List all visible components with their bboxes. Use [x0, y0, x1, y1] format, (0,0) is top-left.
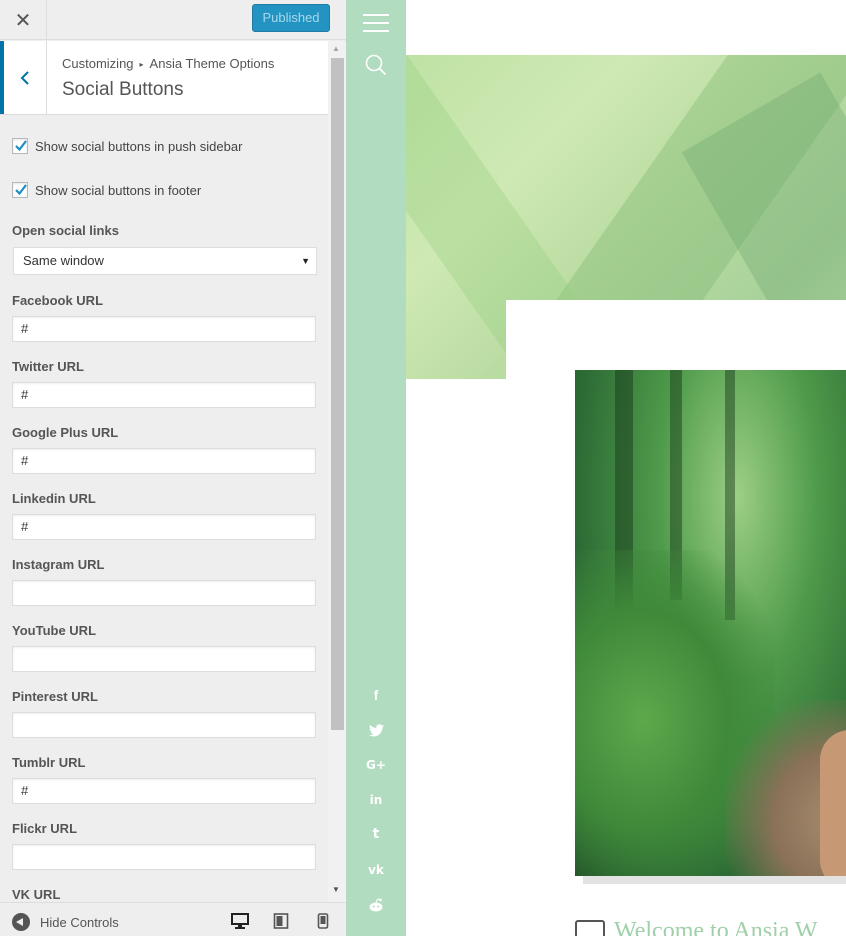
photo-detail: [820, 730, 846, 876]
hide-controls-button[interactable]: Hide Controls: [12, 913, 119, 931]
close-icon: ✕: [14, 9, 32, 32]
googleplus-url-label: Google Plus URL: [12, 425, 119, 440]
checkbox-sidebar[interactable]: [12, 138, 28, 154]
search-icon[interactable]: [365, 54, 387, 76]
breadcrumb-root: Customizing: [62, 56, 134, 71]
section-header: Customizing ▸ Ansia Theme Options Social B…: [0, 41, 328, 115]
instagram-url-label: Instagram URL: [12, 557, 105, 572]
youtube-url-label: YouTube URL: [12, 623, 97, 638]
customizer-header: ✕ Published: [0, 0, 346, 40]
device-mobile-button[interactable]: [312, 911, 334, 931]
facebook-icon[interactable]: f: [346, 687, 406, 703]
customizer-footer: Hide Controls: [0, 902, 346, 936]
publish-button[interactable]: Published: [252, 4, 330, 32]
open-links-label: Open social links: [12, 223, 119, 238]
site-preview: Welcome to Ansia W f G+ in t vk: [346, 0, 846, 936]
checkmark-icon: [15, 140, 27, 152]
push-sidebar-strip: f G+ in t vk: [346, 0, 406, 936]
dropdown-arrow-icon: ▼: [301, 256, 310, 266]
facebook-url-label: Facebook URL: [12, 293, 104, 308]
tumblr-url-label: Tumblr URL: [12, 755, 86, 770]
device-tablet-button[interactable]: [270, 911, 292, 931]
collapse-arrow-icon: [12, 913, 30, 931]
open-links-select[interactable]: Same window ▼: [13, 247, 317, 275]
scrollbar-thumb[interactable]: [331, 58, 344, 730]
twitter-url-label: Twitter URL: [12, 359, 84, 374]
pinterest-url-input[interactable]: [12, 712, 316, 738]
pinterest-url-label: Pinterest URL: [12, 689, 98, 704]
googleplus-icon[interactable]: G+: [346, 758, 406, 772]
checkmark-icon: [15, 184, 27, 196]
facebook-url-input[interactable]: #: [12, 316, 316, 342]
flickr-url-label: Flickr URL: [12, 821, 78, 836]
post-featured-image[interactable]: [575, 370, 846, 876]
app-root: ✕ Published Customizing ▸ Ansia Theme Opti…: [0, 0, 846, 936]
device-desktop-button[interactable]: [229, 911, 251, 931]
googleplus-url-input[interactable]: #: [12, 448, 316, 474]
post-title-link[interactable]: Welcome to Ansia W: [614, 918, 818, 936]
breadcrumb: Customizing ▸ Ansia Theme Options: [62, 56, 274, 71]
open-links-value: Same window: [23, 253, 104, 268]
breadcrumb-parent: Ansia Theme Options: [149, 56, 275, 71]
scroll-down-icon[interactable]: ▼: [332, 885, 340, 894]
reddit-icon[interactable]: [346, 897, 406, 916]
section-title: Social Buttons: [62, 79, 184, 100]
twitter-icon[interactable]: [346, 722, 406, 741]
youtube-url-input[interactable]: [12, 646, 316, 672]
desktop-icon: [231, 913, 249, 929]
tablet-icon: [273, 913, 289, 929]
sidebar-social-toggle[interactable]: Show social buttons in push sidebar: [12, 137, 242, 155]
image-shadow: [583, 876, 846, 884]
scroll-up-icon[interactable]: ▲: [332, 44, 340, 53]
vk-url-label: VK URL: [12, 887, 61, 902]
instagram-url-input[interactable]: [12, 580, 316, 606]
vk-icon[interactable]: vk: [346, 863, 406, 877]
tumblr-url-input[interactable]: #: [12, 778, 316, 804]
breadcrumb-separator: ▸: [139, 60, 144, 69]
close-button[interactable]: ✕: [0, 0, 47, 40]
tumblr-icon[interactable]: t: [346, 826, 406, 842]
controls-list: Show social buttons in push sidebar Show…: [0, 116, 328, 902]
twitter-url-input[interactable]: #: [12, 382, 316, 408]
chevron-left-icon: [20, 70, 29, 85]
checkbox-sidebar-label: Show social buttons in push sidebar: [35, 138, 243, 154]
footer-social-toggle[interactable]: Show social buttons in footer: [12, 181, 201, 199]
mobile-icon: [317, 913, 329, 929]
flickr-url-input[interactable]: [12, 844, 316, 870]
back-button[interactable]: [0, 41, 47, 114]
hamburger-menu-icon[interactable]: [363, 14, 389, 34]
checkbox-footer[interactable]: [12, 182, 28, 198]
linkedin-icon[interactable]: in: [346, 793, 406, 807]
customizer-panel: ✕ Published Customizing ▸ Ansia Theme Opti…: [0, 0, 346, 936]
linkedin-url-input[interactable]: #: [12, 514, 316, 540]
linkedin-url-label: Linkedin URL: [12, 491, 96, 506]
post-format-icon: [575, 920, 605, 936]
checkbox-footer-label: Show social buttons in footer: [35, 182, 202, 198]
hide-controls-label: Hide Controls: [40, 914, 119, 930]
